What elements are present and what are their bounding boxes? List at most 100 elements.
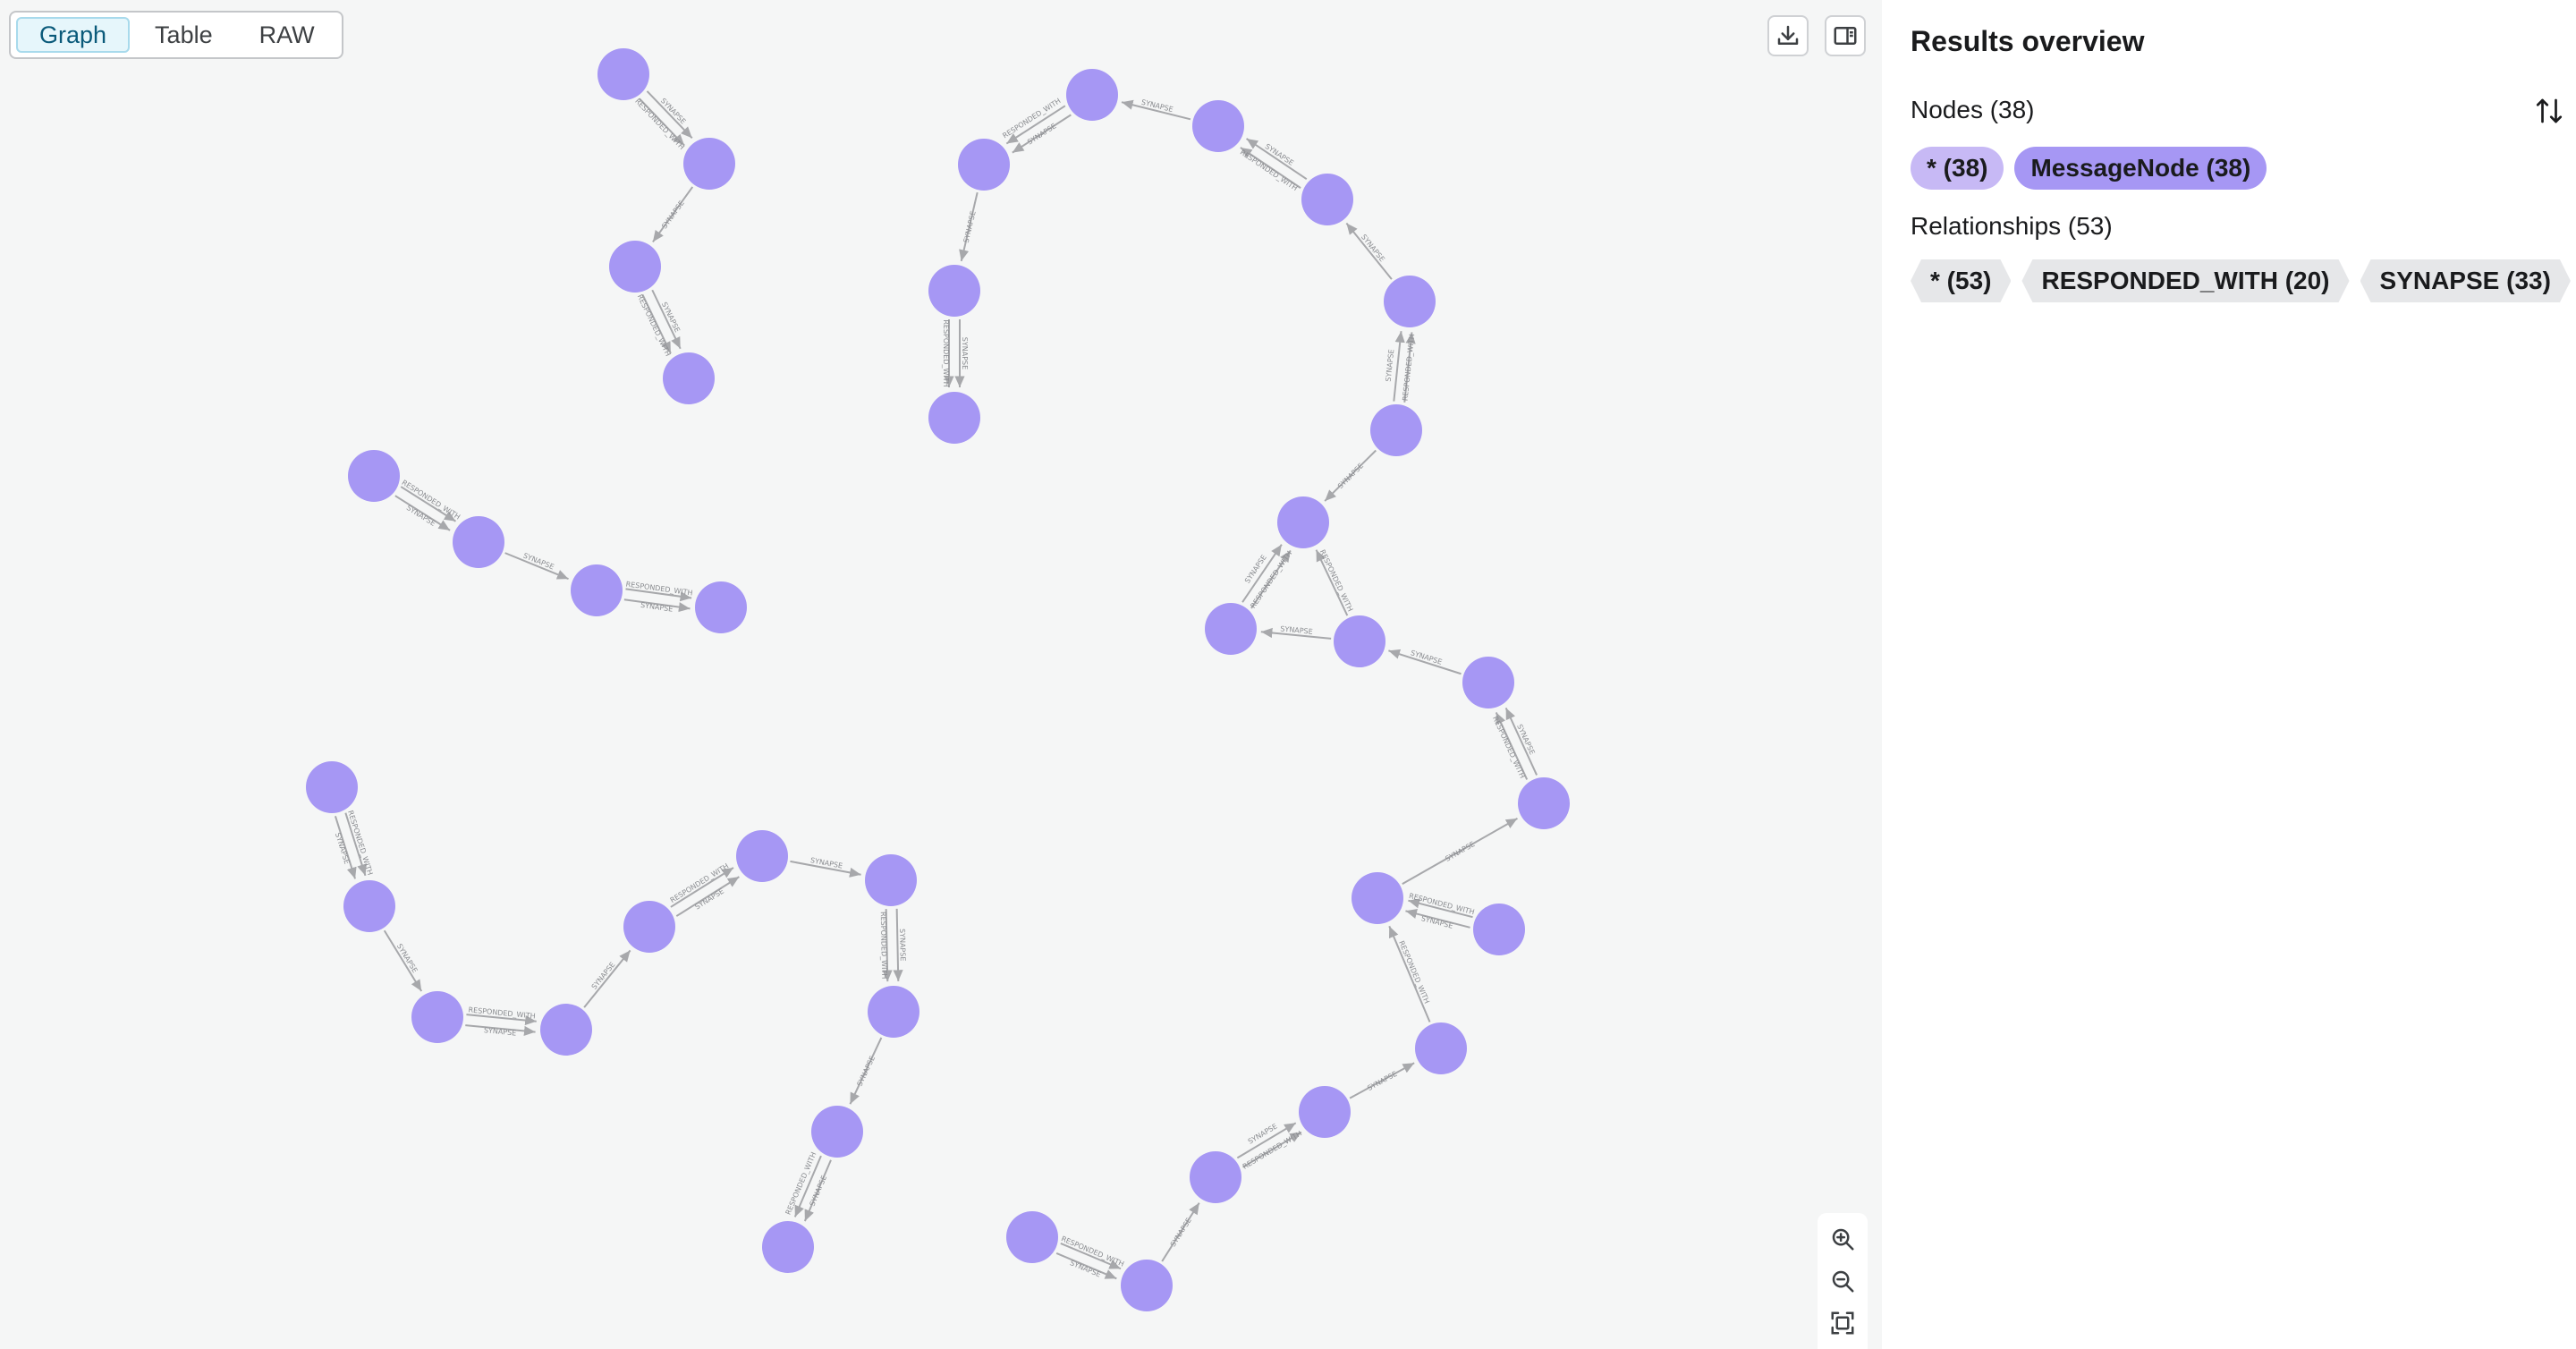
graph-node[interactable]: [928, 392, 980, 444]
relationship-label: SYNAPSE: [962, 210, 978, 243]
relationship-label: SYNAPSE: [1069, 1259, 1102, 1278]
node-badge-messagenode[interactable]: MessageNode (38): [2014, 147, 2267, 190]
results-overview-panel: Results overview Nodes (38) * (38) Messa…: [1882, 0, 2576, 1349]
graph-node[interactable]: [1190, 1151, 1241, 1203]
relationship-label: SYNAPSE: [856, 1055, 877, 1088]
zoom-in-button[interactable]: [1825, 1221, 1860, 1257]
tab-raw[interactable]: RAW: [238, 17, 336, 53]
relationship-type-badges: * (53) RESPONDED_WITH (20) SYNAPSE (33): [1911, 259, 2571, 302]
graph-node[interactable]: [811, 1106, 863, 1158]
relationship-label: RESPONDED_WITH: [879, 912, 889, 980]
graph-node[interactable]: [540, 1004, 592, 1056]
relationship-label: SYNAPSE: [1385, 349, 1396, 382]
relationship-label: SYNAPSE: [1420, 914, 1453, 930]
zoom-in-icon: [1832, 1229, 1854, 1251]
relationship-label: SYNAPSE: [1026, 122, 1057, 146]
graph-node[interactable]: [1462, 657, 1514, 708]
graph-node[interactable]: [1370, 404, 1422, 456]
relationship-label: RESPONDED_WITH: [942, 319, 950, 386]
graph-node[interactable]: [868, 986, 919, 1038]
relationship-label: RESPONDED_WITH: [669, 861, 731, 904]
relationship-edge[interactable]: [383, 929, 423, 992]
relationships-heading: Relationships (53): [1911, 212, 2113, 240]
relationship-edge[interactable]: [1345, 222, 1393, 280]
relationship-label: SYNAPSE: [640, 601, 674, 614]
zoom-out-icon: [1832, 1270, 1854, 1293]
results-title: Results overview: [1911, 25, 2145, 57]
graph-node[interactable]: [411, 991, 463, 1043]
graph-node[interactable]: [453, 516, 504, 568]
graph-node[interactable]: [1334, 615, 1385, 667]
side-panel-icon: [1834, 27, 1857, 45]
relationship-label: SYNAPSE: [898, 929, 907, 962]
graph-node[interactable]: [343, 880, 395, 932]
relationship-label: SYNAPSE: [484, 1026, 517, 1037]
graph-node[interactable]: [1192, 100, 1244, 152]
download-button[interactable]: [1767, 15, 1809, 56]
relationship-label: RESPONDED_WITH: [1397, 939, 1431, 1005]
graph-node[interactable]: [1473, 904, 1525, 955]
graph-node[interactable]: [348, 450, 400, 502]
graph-node[interactable]: [736, 830, 788, 882]
nodes-heading: Nodes (38): [1911, 96, 2035, 123]
toggle-results-panel-button[interactable]: [1825, 15, 1866, 56]
graph-node[interactable]: [1299, 1086, 1351, 1138]
graph-node[interactable]: [1352, 872, 1403, 924]
zoom-out-button[interactable]: [1825, 1263, 1860, 1299]
relationship-label: RESPONDED_WITH: [1239, 148, 1300, 192]
relationship-edge[interactable]: [1393, 331, 1405, 402]
relationship-label: RESPONDED_WITH: [625, 580, 693, 597]
graph-node[interactable]: [571, 564, 623, 616]
relationship-badge-synapse[interactable]: SYNAPSE (33): [2360, 259, 2571, 302]
graph-visualization[interactable]: SYNAPSERESPONDED_WITHSYNAPSESYNAPSERESPO…: [0, 0, 1882, 1349]
relationship-label: SYNAPSE: [1410, 649, 1443, 666]
graph-node[interactable]: [1121, 1260, 1173, 1311]
graph-node[interactable]: [663, 352, 715, 404]
download-icon: [1777, 25, 1799, 45]
relationship-label: RESPONDED_WITH: [401, 479, 462, 522]
relationship-label: SYNAPSE: [590, 961, 617, 991]
relationship-edge[interactable]: [893, 908, 903, 981]
relationship-label: RESPONDED_WITH: [1401, 334, 1416, 402]
graph-node[interactable]: [958, 139, 1010, 191]
tab-graph[interactable]: Graph: [16, 17, 131, 53]
relationship-label: SYNAPSE: [1360, 233, 1386, 263]
graph-node[interactable]: [623, 901, 675, 953]
node-badge-all[interactable]: * (38): [1911, 147, 2004, 190]
relationship-badge-responded-with[interactable]: RESPONDED_WITH (20): [2021, 259, 2349, 302]
graph-node[interactable]: [695, 581, 747, 633]
relationship-label: SYNAPSE: [1366, 1070, 1398, 1092]
relationship-label: RESPONDED_WITH: [1318, 548, 1354, 613]
graph-node[interactable]: [1006, 1211, 1058, 1263]
relationship-label: SYNAPSE: [961, 337, 969, 369]
fit-to-screen-icon: [1831, 1311, 1854, 1335]
relationship-edge[interactable]: [583, 949, 631, 1008]
view-switch: Graph Table RAW: [9, 11, 343, 59]
tab-table[interactable]: Table: [133, 17, 234, 53]
graph-node[interactable]: [1518, 777, 1570, 829]
graph-node[interactable]: [1277, 496, 1329, 548]
relationship-label: SYNAPSE: [1336, 462, 1365, 490]
relationship-label: SYNAPSE: [1264, 142, 1295, 167]
graph-node[interactable]: [609, 241, 661, 293]
graph-node[interactable]: [762, 1221, 814, 1273]
graph-node[interactable]: [1066, 69, 1118, 121]
graph-canvas[interactable]: SYNAPSE RESPONDED_WITH SYNAPSE SYNAPSE RESPO…: [0, 0, 1882, 1349]
graph-node[interactable]: [865, 854, 917, 906]
graph-node[interactable]: [597, 48, 649, 100]
graph-node[interactable]: [683, 138, 735, 190]
node-label-badges: * (38) MessageNode (38): [1911, 147, 2267, 190]
graph-node[interactable]: [306, 761, 358, 813]
graph-node[interactable]: [1205, 603, 1257, 655]
fit-to-screen-button[interactable]: [1825, 1305, 1860, 1341]
graph-node[interactable]: [1415, 1022, 1467, 1074]
graph-node[interactable]: [1384, 276, 1436, 327]
relationship-edge[interactable]: [1388, 925, 1431, 1022]
relationship-label: SYNAPSE: [395, 942, 419, 974]
zoom-controls: [1818, 1213, 1868, 1349]
graph-node[interactable]: [928, 265, 980, 317]
relationship-badge-all[interactable]: * (53): [1911, 259, 2011, 302]
sort-icon[interactable]: [2533, 95, 2565, 127]
relationship-label: RESPONDED_WITH: [1001, 97, 1062, 140]
graph-node[interactable]: [1301, 174, 1353, 225]
